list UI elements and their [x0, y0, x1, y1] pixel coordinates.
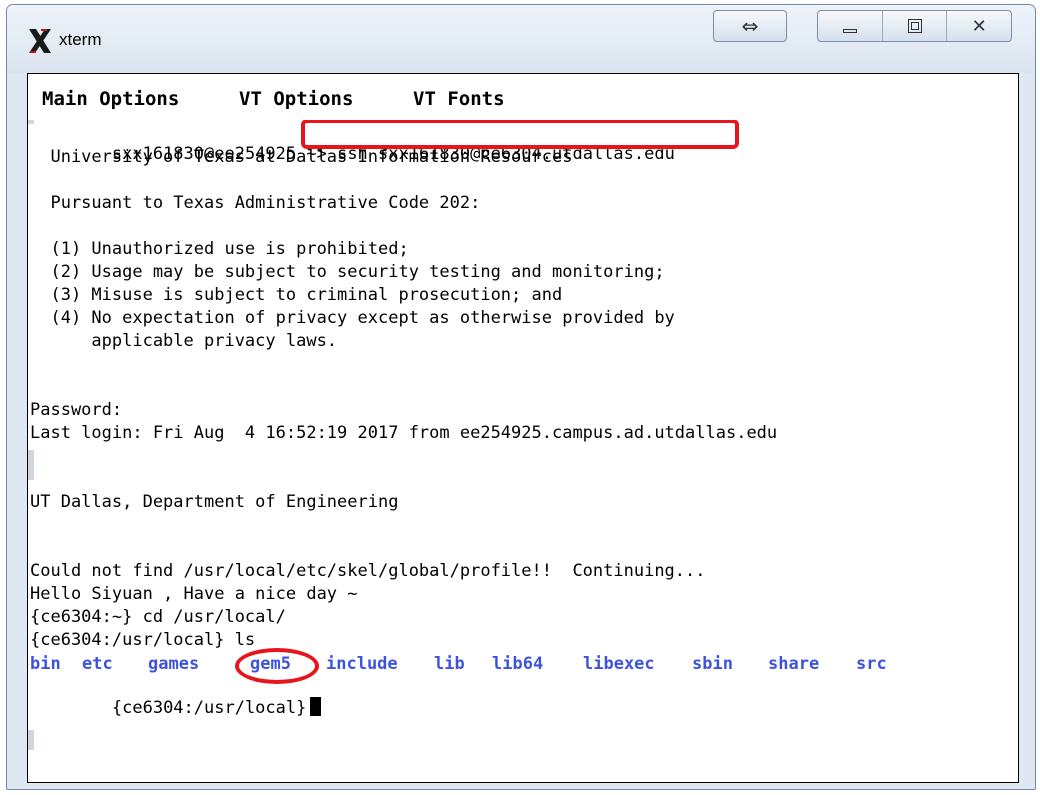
ls-dir-games: games: [148, 654, 200, 674]
ls-dir-lib64: lib64: [492, 654, 544, 674]
scrollbar-edge[interactable]: [28, 730, 34, 750]
move-button[interactable]: ⇔: [713, 10, 787, 42]
text-cursor: [310, 697, 322, 716]
terminal-line: {ce6304:/usr/local} ls: [30, 630, 256, 650]
terminal-line: {ce6304:~} cd /usr/local/: [30, 607, 286, 627]
terminal-line: {ce6304:/usr/local}: [30, 677, 322, 738]
maximize-button[interactable]: [883, 11, 948, 41]
menu-main-options[interactable]: Main Options: [42, 88, 179, 110]
menu-vt-options[interactable]: VT Options: [239, 88, 353, 110]
terminal-line: (1) Unauthorized use is prohibited;: [30, 239, 409, 259]
ls-dir-src: src: [856, 654, 887, 674]
terminal-line: Hello Siyuan , Have a nice day ~: [30, 584, 358, 604]
minimize-icon: [842, 29, 857, 33]
terminal-line: (2) Usage may be subject to security tes…: [30, 262, 665, 282]
terminal-line: University of Texas at Dallas Informatio…: [30, 147, 573, 167]
terminal-line: Pursuant to Texas Administrative Code 20…: [30, 193, 481, 213]
close-icon: ✕: [971, 15, 987, 37]
terminal-line: UT Dallas, Department of Engineering: [30, 492, 399, 512]
ls-dir-gem5: gem5: [250, 654, 291, 674]
menu-vt-fonts[interactable]: VT Fonts: [413, 88, 505, 110]
ls-dir-share: share: [768, 654, 820, 674]
ls-dir-lib: lib: [434, 654, 465, 674]
resize-arrows-icon: ⇔: [741, 14, 759, 38]
terminal-line: Last login: Fri Aug 4 16:52:19 2017 from…: [30, 423, 778, 443]
terminal-line: applicable privacy laws.: [30, 331, 338, 351]
xterm-client-area: Main Options VT Options VT Fonts sxx1618…: [27, 73, 1019, 783]
window-controls: ✕: [817, 10, 1012, 42]
menu-bar: Main Options VT Options VT Fonts: [28, 74, 1018, 121]
minimize-button[interactable]: [818, 11, 883, 41]
ls-dir-include: include: [326, 654, 398, 674]
ls-dir-bin: bin: [30, 654, 61, 674]
ls-dir-sbin: sbin: [692, 654, 733, 674]
terminal-line: Password:: [30, 400, 123, 420]
ls-dir-libexec: libexec: [583, 654, 655, 674]
ls-output-line: bin etc games gem5 include lib lib64 lib…: [30, 654, 1010, 676]
ls-dir-etc: etc: [82, 654, 113, 674]
terminal-output[interactable]: sxx161830@ee254925 ~> ssh sxx161830@ce63…: [28, 120, 1018, 782]
xterm-window: xterm ⇔ ✕ Main Options VT Options VT Fon…: [6, 4, 1036, 790]
scrollbar-edge[interactable]: [28, 450, 34, 480]
x-logo-icon: [29, 29, 51, 53]
maximize-icon: [907, 19, 922, 33]
terminal-line: Could not find /usr/local/etc/skel/globa…: [30, 561, 706, 581]
shell-prompt: {ce6304:/usr/local}: [111, 698, 307, 718]
terminal-line: (4) No expectation of privacy except as …: [30, 308, 675, 328]
title-bar[interactable]: xterm ⇔ ✕: [7, 5, 1035, 73]
close-button[interactable]: ✕: [947, 11, 1011, 41]
window-title: xterm: [59, 30, 102, 49]
terminal-line: (3) Misuse is subject to criminal prosec…: [30, 285, 563, 305]
